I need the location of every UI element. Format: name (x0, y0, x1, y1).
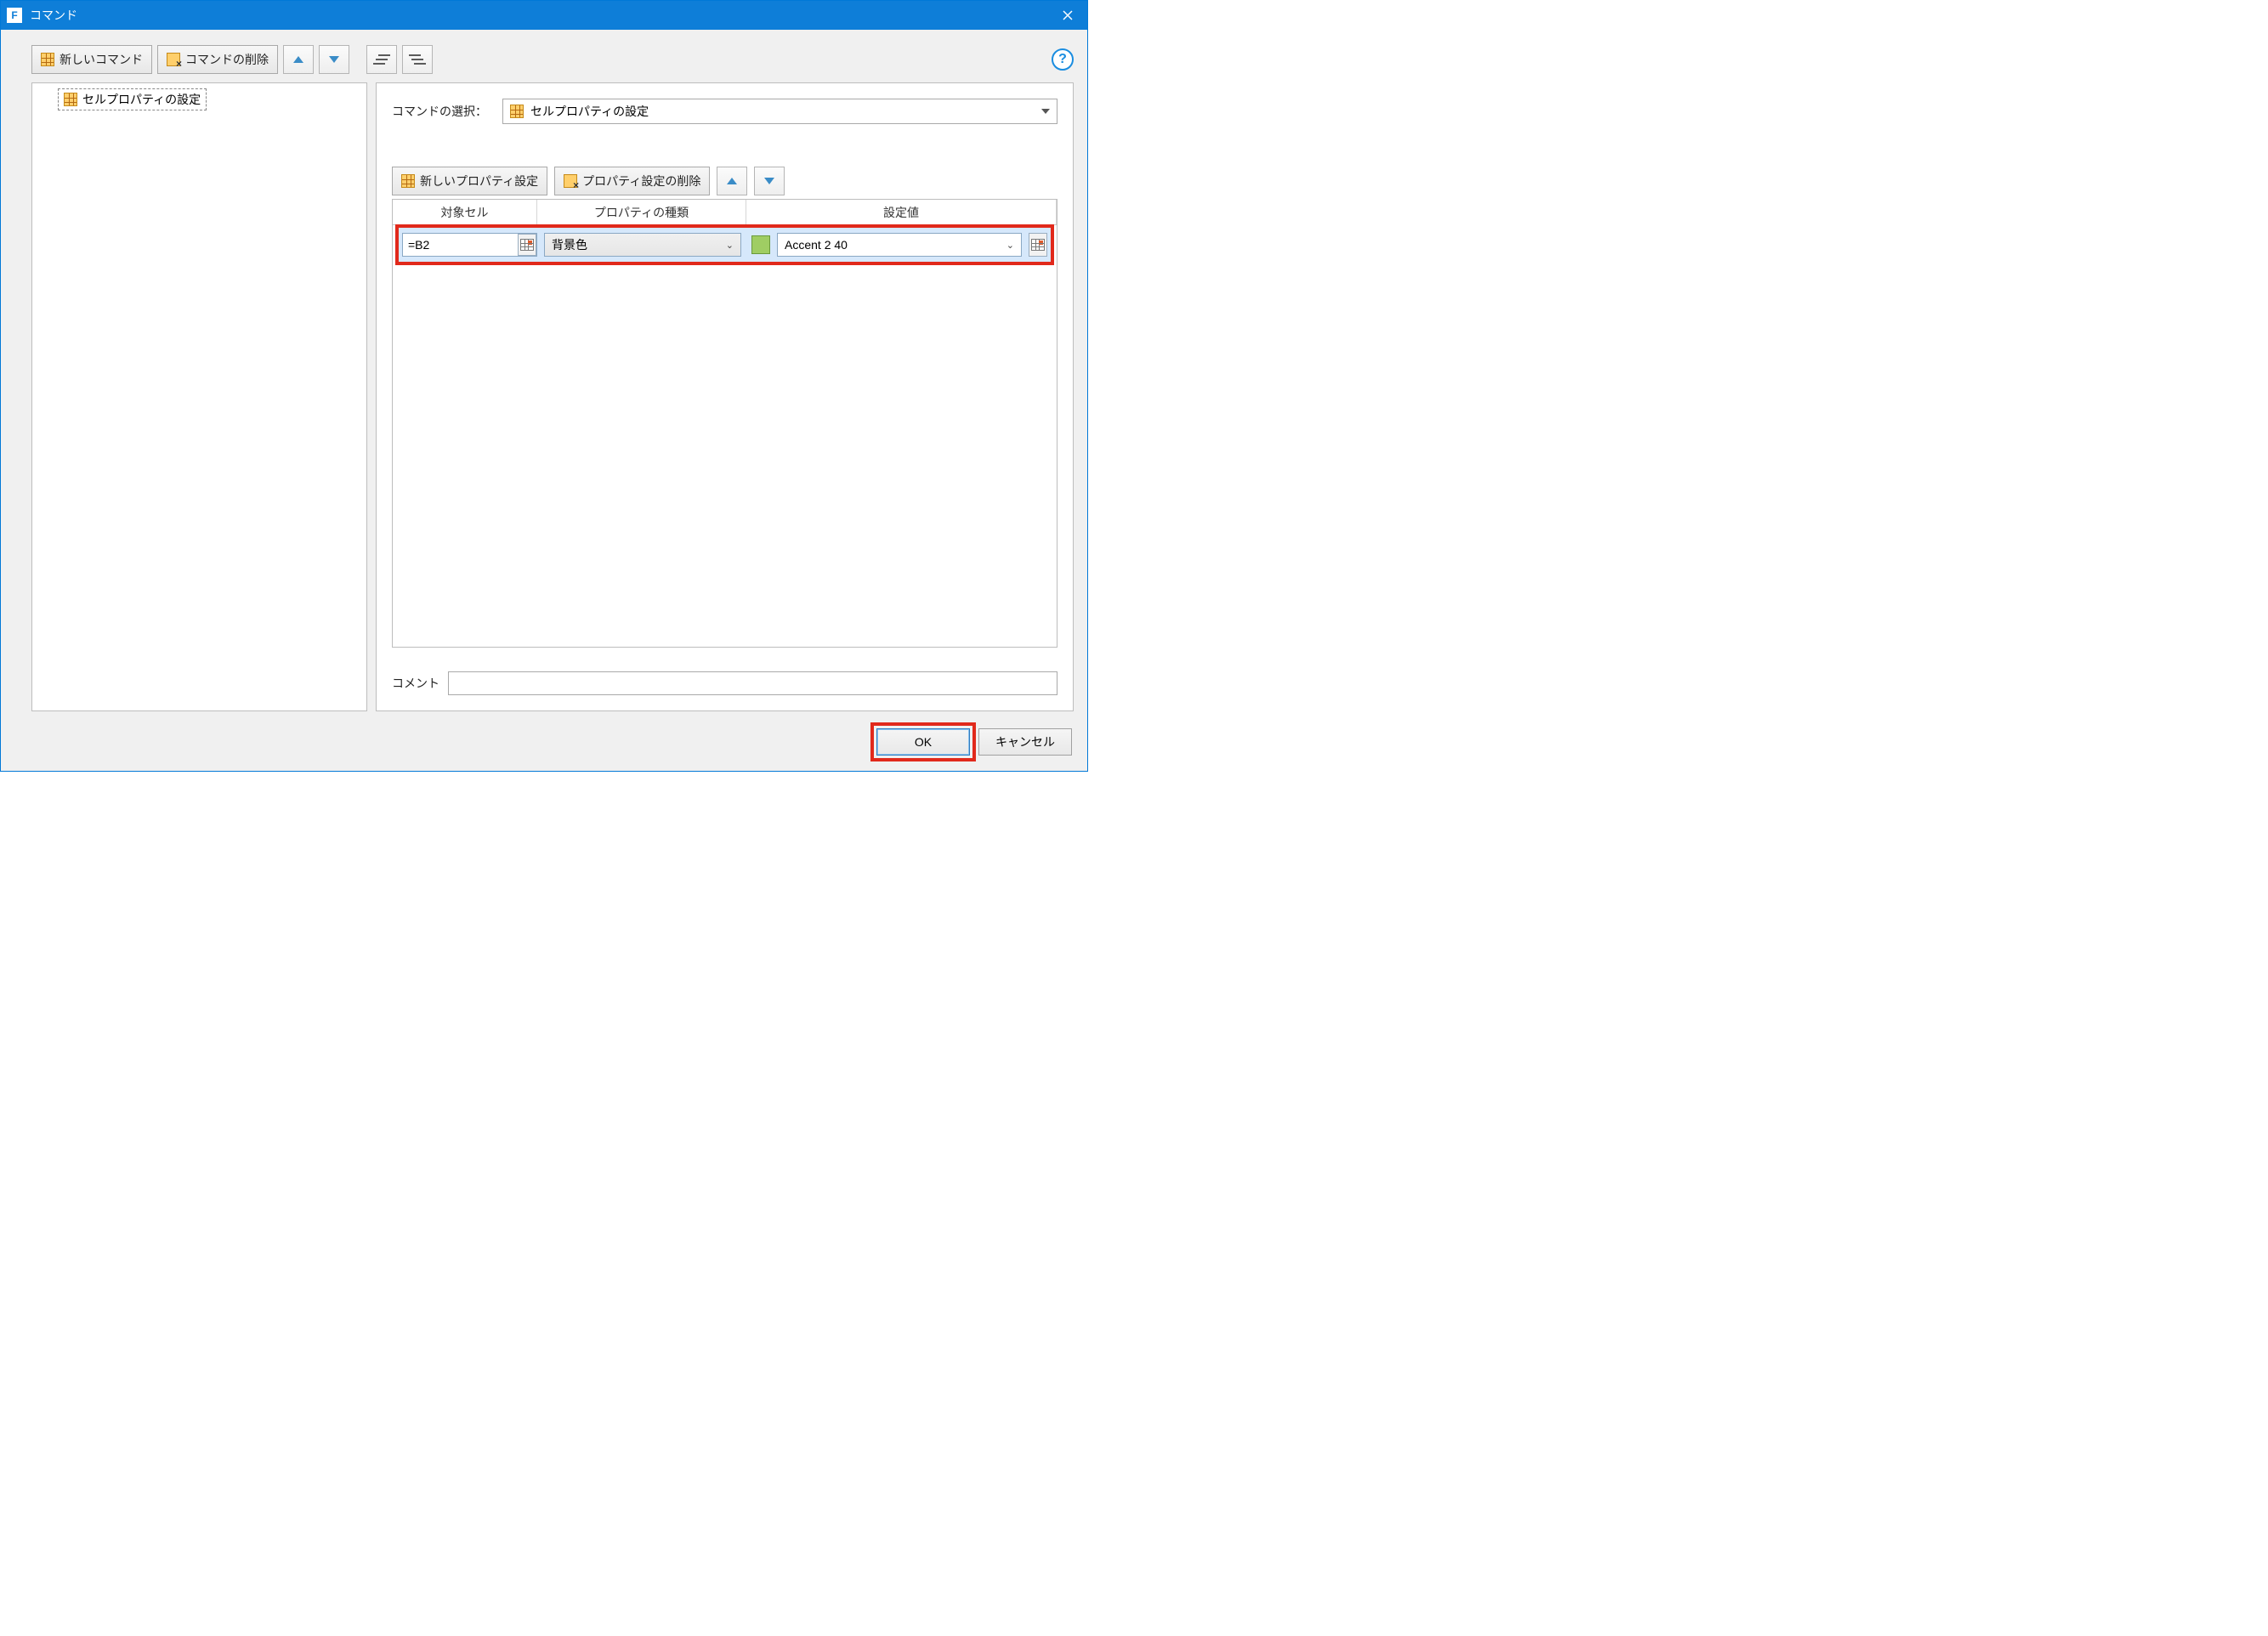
property-row[interactable]: =B2 背景色 ⌄ Accent 2 40 ⌄ (402, 233, 1047, 257)
titlebar: F コマンド (1, 1, 1087, 30)
chevron-down-icon (1041, 109, 1050, 114)
command-dialog: F コマンド 新しいコマンド コマンドの削除 ? (0, 0, 1088, 772)
new-command-button[interactable]: 新しいコマンド (31, 45, 152, 74)
dialog-footer: OK キャンセル (1, 720, 1087, 771)
app-icon: F (6, 7, 23, 24)
target-cell-input[interactable]: =B2 (402, 233, 537, 257)
selected-property-row-highlight: =B2 背景色 ⌄ Accent 2 40 ⌄ (395, 224, 1054, 265)
chevron-down-icon: ⌄ (1006, 240, 1014, 251)
property-move-up-button[interactable] (717, 167, 747, 195)
target-cell-picker-button[interactable] (518, 234, 536, 256)
new-command-label: 新しいコマンド (60, 51, 143, 68)
grid-icon (64, 93, 77, 106)
property-toolbar: 新しいプロパティ設定 プロパティ設定の削除 (392, 167, 1057, 195)
indent-button[interactable] (402, 45, 433, 74)
triangle-up-icon (727, 178, 737, 184)
sheet-picker-icon (1031, 239, 1045, 251)
target-cell-value: =B2 (408, 238, 429, 252)
column-value: 設定値 (746, 200, 1057, 224)
new-property-label: 新しいプロパティ設定 (420, 173, 538, 190)
tree-item[interactable]: セルプロパティの設定 (58, 88, 207, 110)
comment-label: コメント (392, 675, 439, 692)
property-move-down-button[interactable] (754, 167, 785, 195)
comment-row: コメント (392, 656, 1057, 699)
ok-button[interactable]: OK (876, 728, 970, 756)
grid-new-icon (401, 174, 415, 188)
command-select-value: セルプロパティの設定 (530, 103, 649, 120)
command-select-label: コマンドの選択： (392, 103, 494, 120)
close-button[interactable] (1048, 1, 1087, 30)
command-select[interactable]: セルプロパティの設定 (502, 99, 1057, 124)
property-type-select[interactable]: 背景色 ⌄ (544, 233, 741, 257)
cancel-button[interactable]: キャンセル (978, 728, 1072, 756)
help-button[interactable]: ? (1052, 48, 1074, 71)
delete-command-button[interactable]: コマンドの削除 (157, 45, 278, 74)
delete-command-label: コマンドの削除 (185, 51, 269, 68)
dialog-body: セルプロパティの設定 コマンドの選択： セルプロパティの設定 新しいプロパティ設… (1, 82, 1087, 720)
sheet-picker-icon (520, 239, 534, 251)
main-toolbar: 新しいコマンド コマンドの削除 ? (1, 30, 1087, 82)
command-select-row: コマンドの選択： セルプロパティの設定 (392, 99, 1057, 124)
chevron-down-icon: ⌄ (726, 240, 734, 251)
move-up-button[interactable] (283, 45, 314, 74)
grid-icon (510, 105, 524, 118)
new-property-button[interactable]: 新しいプロパティ設定 (392, 167, 547, 195)
triangle-up-icon (293, 56, 303, 63)
triangle-down-icon (764, 178, 774, 184)
color-swatch (751, 235, 770, 254)
close-icon (1063, 10, 1073, 20)
outdent-icon (373, 54, 390, 65)
command-tree[interactable]: セルプロパティの設定 (31, 82, 367, 711)
comment-input[interactable] (448, 671, 1057, 695)
window-title: コマンド (30, 7, 1048, 24)
property-type-value: 背景色 (552, 236, 587, 253)
delete-property-label: プロパティ設定の削除 (582, 173, 700, 190)
column-target-cell: 対象セル (393, 200, 537, 224)
value-picker-button[interactable] (1029, 233, 1047, 257)
property-grid: 対象セル プロパティの種類 設定値 =B2 背景色 (392, 199, 1057, 648)
indent-icon (409, 54, 426, 65)
tree-item-label: セルプロパティの設定 (82, 91, 201, 108)
outdent-button[interactable] (366, 45, 397, 74)
grid-new-icon (41, 53, 54, 66)
command-detail-panel: コマンドの選択： セルプロパティの設定 新しいプロパティ設定 プロパティ設定の削… (376, 82, 1074, 711)
property-grid-header: 対象セル プロパティの種類 設定値 (393, 200, 1057, 225)
delete-property-button[interactable]: プロパティ設定の削除 (554, 167, 710, 195)
grid-delete-icon (167, 53, 180, 66)
move-down-button[interactable] (319, 45, 349, 74)
property-value-text: Accent 2 40 (785, 238, 848, 252)
triangle-down-icon (329, 56, 339, 63)
property-value-select[interactable]: Accent 2 40 ⌄ (777, 233, 1022, 257)
column-property-type: プロパティの種類 (537, 200, 746, 224)
grid-delete-icon (564, 174, 577, 188)
